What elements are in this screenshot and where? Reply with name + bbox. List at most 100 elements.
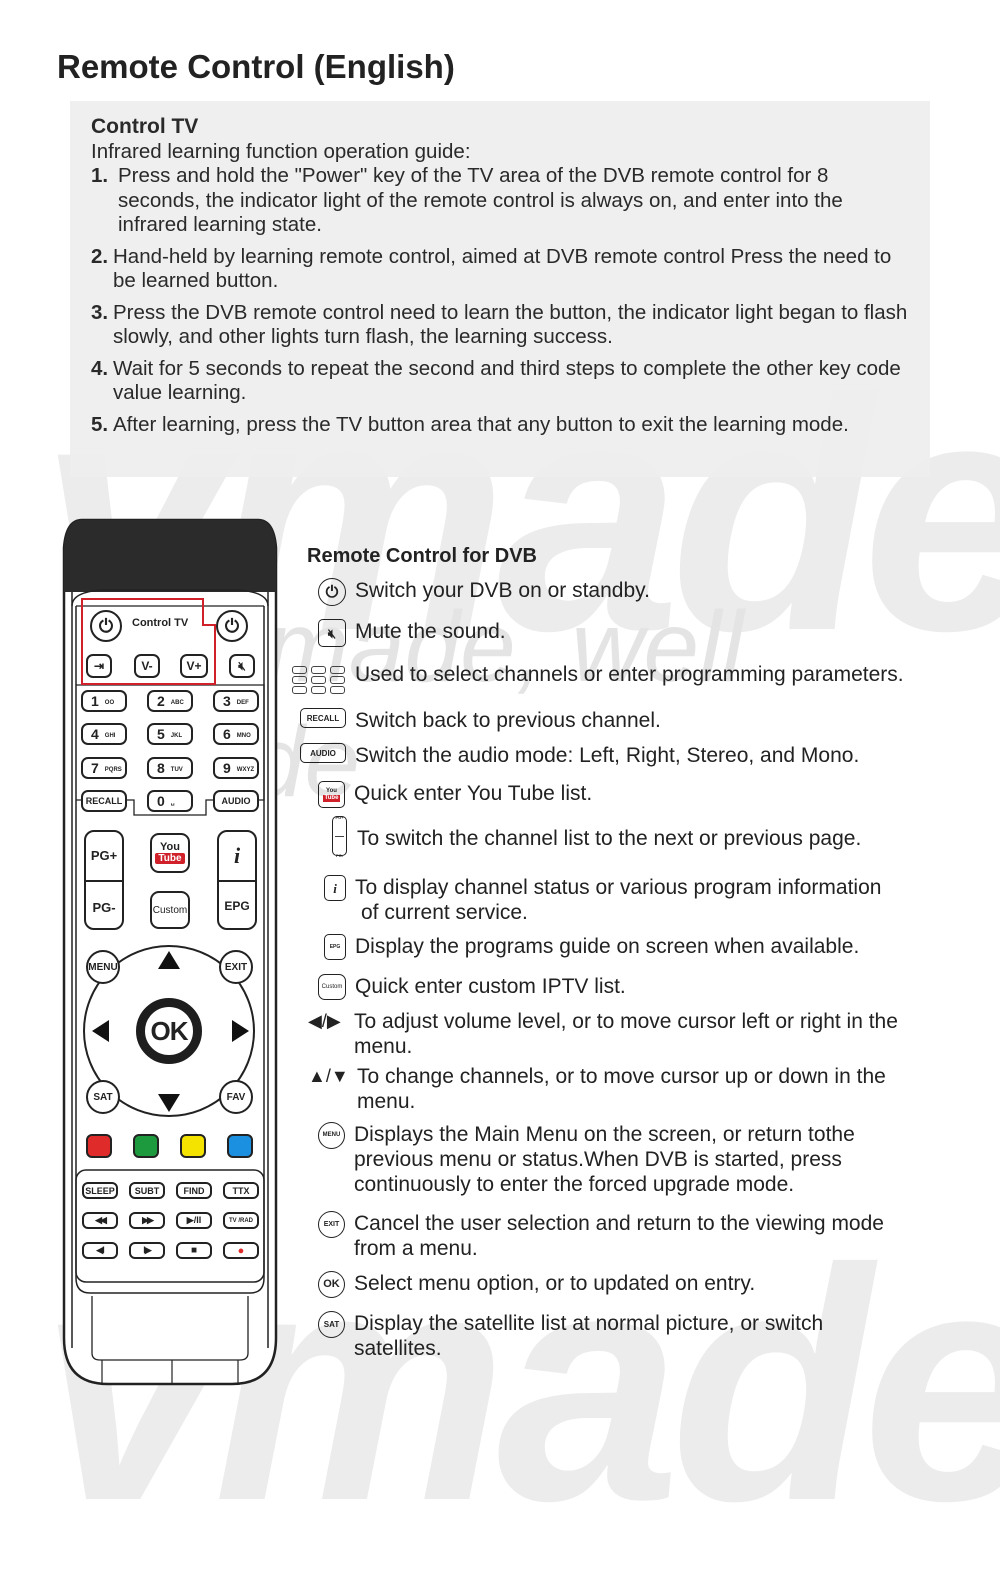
teletext-button[interactable]: TTX xyxy=(223,1182,259,1199)
tv-power-button[interactable]: ⏻ xyxy=(90,610,122,642)
down-arrow-button[interactable] xyxy=(158,1094,180,1112)
number-button-9[interactable]: 9 WXYZ xyxy=(213,757,259,779)
red-button[interactable] xyxy=(86,1134,112,1158)
rewind-button[interactable]: ◀◀ xyxy=(82,1212,118,1229)
custom-button[interactable]: Custom xyxy=(150,891,190,929)
item-text: Quick enter You Tube list. xyxy=(354,782,593,805)
step-text: Hand-held by learning remote control, ai… xyxy=(113,244,892,293)
recall-button[interactable]: RECALL xyxy=(81,790,127,812)
green-button[interactable] xyxy=(133,1134,159,1158)
dvb-item-sat: SAT Display the satellite list at normal… xyxy=(318,1311,938,1361)
text-line: menu. xyxy=(357,1090,416,1113)
dvb-item-recall: RECALL Switch back to previous channel. xyxy=(300,708,661,733)
mute-button[interactable]: 🔇︎ xyxy=(229,654,255,678)
number-button-0[interactable]: 0 ␣ xyxy=(147,790,193,812)
dvb-item-page: PG+ PG- To switch the channel list to the… xyxy=(332,815,861,858)
digit: 7 xyxy=(91,760,99,776)
recall-icon: RECALL xyxy=(300,708,346,728)
tv-volume-down-button[interactable]: V- xyxy=(134,654,160,678)
dvb-title: Remote Control for DVB xyxy=(307,545,537,567)
audio-icon: AUDIO xyxy=(300,743,346,763)
letters: TUV xyxy=(170,766,183,773)
menu-button[interactable]: MENU xyxy=(86,950,120,984)
audio-button[interactable]: AUDIO xyxy=(213,790,259,812)
number-button-5[interactable]: 5 JKL xyxy=(147,723,193,745)
guide-title: Control TV xyxy=(91,115,199,138)
dvb-item-power: ⏻ Switch your DVB on or standby. xyxy=(318,578,650,606)
info-icon: i xyxy=(324,875,346,901)
number-button-2[interactable]: 2 ABC xyxy=(147,690,193,712)
yellow-button[interactable] xyxy=(180,1134,206,1158)
number-button-1[interactable]: 1 OO xyxy=(81,690,127,712)
number-button-4[interactable]: 4 GHI xyxy=(81,723,127,745)
subtitle-button[interactable]: SUBT xyxy=(129,1182,165,1199)
sat-button[interactable]: SAT xyxy=(86,1080,120,1114)
mute-icon: 🔇︎ xyxy=(318,619,346,647)
page-up-button[interactable]: PG+ xyxy=(84,848,124,863)
dvb-item-menu: MENU Displays the Main Menu on the scree… xyxy=(318,1122,938,1197)
up-arrow-button[interactable] xyxy=(158,951,180,969)
item-text: Cancel the user selection and return to … xyxy=(354,1211,938,1261)
number-button-7[interactable]: 7 PQRS xyxy=(81,757,127,779)
page-down-button[interactable]: PG- xyxy=(84,900,124,915)
text-line: To change channels, or to move cursor up… xyxy=(357,1065,886,1088)
letters: ABC xyxy=(170,699,184,706)
find-button[interactable]: FIND xyxy=(176,1182,212,1199)
play-pause-button[interactable]: ▶/II xyxy=(176,1212,212,1229)
tv-volume-up-button[interactable]: V+ xyxy=(180,654,208,678)
number-button-8[interactable]: 8 TUV xyxy=(147,757,193,779)
step-text: Press and hold the "Power" key of the TV… xyxy=(118,164,843,236)
stop-button[interactable]: ■ xyxy=(176,1242,212,1259)
letters: ␣ xyxy=(170,800,175,806)
letters: DEF xyxy=(236,699,249,706)
sleep-button[interactable]: SLEEP xyxy=(82,1182,118,1199)
dvb-item-mute: 🔇︎ Mute the sound. xyxy=(318,619,506,647)
item-text: Mute the sound. xyxy=(355,620,506,643)
text-line: from a menu. xyxy=(354,1237,478,1260)
text-line: satellites. xyxy=(354,1337,442,1360)
info-button[interactable]: i xyxy=(217,843,257,869)
record-button[interactable]: ● xyxy=(223,1242,259,1259)
item-text: Display the programs guide on screen whe… xyxy=(355,935,860,958)
tv-radio-button[interactable]: TV /RAD xyxy=(223,1212,259,1229)
left-arrow-button[interactable] xyxy=(92,1020,109,1042)
text-line: Display the satellite list at normal pic… xyxy=(354,1312,824,1335)
page-title: Remote Control (English) xyxy=(57,48,455,85)
youtube-button[interactable]: You Tube xyxy=(150,833,190,873)
fast-forward-button[interactable]: ▶▶ xyxy=(129,1212,165,1229)
previous-button[interactable]: ◀I xyxy=(82,1242,118,1259)
next-button[interactable]: I▶ xyxy=(129,1242,165,1259)
right-arrow-button[interactable] xyxy=(232,1020,249,1042)
digit: 2 xyxy=(157,693,165,709)
item-text: Used to select channels or enter program… xyxy=(355,663,904,686)
dvb-item-youtube: You Tube Quick enter You Tube list. xyxy=(318,781,592,808)
text-line: To display channel status or various pro… xyxy=(355,876,882,899)
letters: OO xyxy=(104,699,115,706)
letters: JKL xyxy=(170,732,183,739)
item-text: To change channels, or to move cursor up… xyxy=(357,1064,948,1114)
letters: WXYZ xyxy=(236,766,255,773)
step-number: 4. xyxy=(91,356,109,380)
ok-button[interactable]: OK xyxy=(136,998,202,1064)
item-text: To display channel status or various pro… xyxy=(355,875,944,925)
number-button-3[interactable]: 3 DEF xyxy=(213,690,259,712)
epg-button[interactable]: EPG xyxy=(217,899,257,913)
dvb-power-button[interactable]: ⏻ xyxy=(216,610,248,642)
dvb-item-ok: OK Select menu option, or to updated on … xyxy=(318,1271,755,1298)
digit: 4 xyxy=(91,726,99,742)
fav-button[interactable]: FAV xyxy=(219,1080,253,1114)
letters: GHI xyxy=(104,732,116,739)
remote-illustration: ⏻ Control TV ⏻ ⇥ V- V+ 🔇︎ 1 OO 2 ABC 3 DEF … xyxy=(62,518,278,1388)
text-line: menu. xyxy=(354,1035,413,1058)
exit-button[interactable]: EXIT xyxy=(219,950,253,984)
guide-step: 3. Press the DVB remote control need to l… xyxy=(91,301,910,350)
blue-button[interactable] xyxy=(227,1134,253,1158)
step-number: 3. xyxy=(91,300,109,324)
dvb-item-audio: AUDIO Switch the audio mode: Left, Right… xyxy=(300,743,859,768)
dvb-item-up-down: ▲/▼ To change channels, or to move curso… xyxy=(308,1064,948,1114)
step-number: 2. xyxy=(91,244,109,268)
tv-input-source-button[interactable]: ⇥ xyxy=(86,654,112,678)
number-button-6[interactable]: 6 MNO xyxy=(213,723,259,745)
digit: 9 xyxy=(223,760,231,776)
guide-subtitle: Infrared learning function operation gui… xyxy=(91,139,471,163)
